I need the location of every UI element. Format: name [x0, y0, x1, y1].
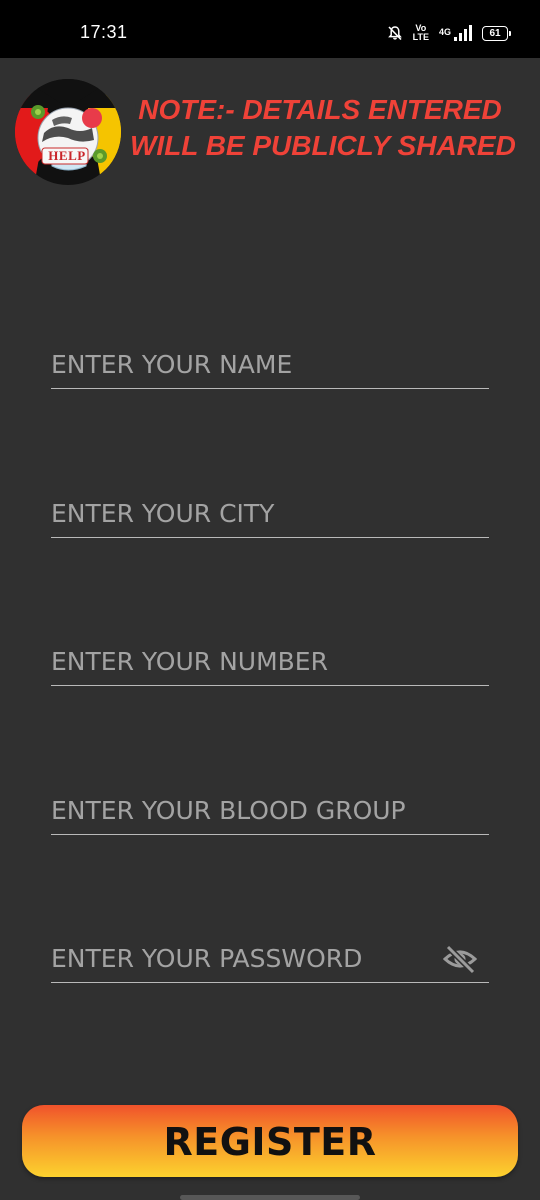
note-line-2: WILL BE PUBLICLY SHARED	[130, 130, 516, 161]
password-field	[51, 934, 489, 983]
home-indicator[interactable]	[180, 1195, 360, 1200]
logo-text: HELP	[48, 148, 86, 163]
mute-bell-icon	[387, 25, 403, 41]
city-field	[51, 489, 489, 538]
name-input[interactable]	[51, 340, 489, 388]
signal-icon: 4G	[439, 25, 472, 41]
number-field	[51, 637, 489, 686]
network-label: 4G	[438, 27, 451, 37]
public-share-note: NOTE:- DETAILS ENTERED WILL BE PUBLICLY …	[130, 92, 516, 164]
volte-bottom-label: LTE	[412, 32, 429, 42]
blood-group-field	[51, 786, 489, 835]
status-bar: 17:31 Vo LTE 4G 61	[0, 0, 540, 58]
volte-icon: Vo LTE	[413, 24, 429, 42]
help-covid-logo	[14, 78, 122, 186]
name-field	[51, 340, 489, 389]
note-line-1: NOTE:- DETAILS ENTERED	[138, 94, 502, 125]
city-input[interactable]	[51, 489, 489, 537]
status-icons: Vo LTE 4G 61	[387, 20, 511, 46]
register-button[interactable]: REGISTER	[22, 1105, 518, 1177]
number-input[interactable]	[51, 637, 489, 685]
password-input[interactable]	[51, 934, 489, 982]
eye-off-icon[interactable]	[442, 944, 478, 975]
battery-icon: 61	[482, 25, 511, 41]
status-time: 17:31	[80, 22, 128, 42]
blood-group-input[interactable]	[51, 786, 489, 834]
